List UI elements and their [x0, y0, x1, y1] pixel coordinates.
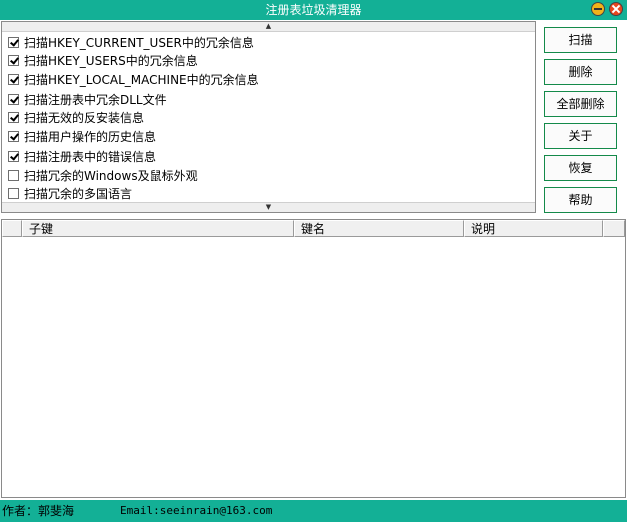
checkbox[interactable]: [8, 54, 19, 66]
minimize-icon[interactable]: [591, 2, 605, 16]
checkbox[interactable]: [8, 187, 19, 199]
option-label: 扫描注册表中冗余DLL文件: [24, 92, 167, 107]
option-windows-appearance[interactable]: 扫描冗余的Windows及鼠标外观: [8, 166, 198, 184]
option-label: 扫描HKEY_LOCAL_MACHINE中的冗余信息: [24, 72, 259, 87]
option-label: 扫描HKEY_CURRENT_USER中的冗余信息: [24, 35, 254, 50]
option-current-user[interactable]: 扫描HKEY_CURRENT_USER中的冗余信息: [8, 33, 254, 51]
option-label: 扫描用户操作的历史信息: [24, 129, 157, 144]
window-title: 注册表垃圾清理器: [265, 3, 362, 17]
option-dll[interactable]: 扫描注册表中冗余DLL文件: [8, 90, 167, 108]
option-errors[interactable]: 扫描注册表中的错误信息: [8, 147, 156, 165]
checkbox[interactable]: [8, 93, 19, 105]
option-users[interactable]: 扫描HKEY_USERS中的冗余信息: [8, 51, 198, 69]
help-button[interactable]: 帮助: [544, 187, 617, 213]
option-label: 扫描HKEY_USERS中的冗余信息: [24, 53, 198, 68]
checkbox[interactable]: [8, 130, 19, 142]
option-languages[interactable]: 扫描冗余的多国语言: [8, 184, 132, 202]
checkbox[interactable]: [8, 73, 19, 85]
status-bar: 作者：郭斐海 Email:seeinrain@163.com: [0, 500, 627, 522]
title-bar: 注册表垃圾清理器: [0, 0, 627, 20]
option-label: 扫描冗余的多国语言: [24, 186, 133, 201]
checkbox[interactable]: [8, 150, 19, 162]
checkbox[interactable]: [8, 169, 19, 181]
scan-options-list: ▲ 扫描HKEY_CURRENT_USER中的冗余信息 扫描HKEY_USERS…: [1, 21, 536, 213]
scroll-up-icon[interactable]: ▲: [2, 22, 535, 32]
scroll-down-icon[interactable]: ▼: [2, 202, 535, 212]
scan-button[interactable]: 扫描: [544, 27, 617, 53]
header-spacer-end: [603, 220, 625, 237]
close-icon[interactable]: [609, 2, 623, 16]
email-label: Email:seeinrain@163.com: [120, 504, 273, 517]
option-history[interactable]: 扫描用户操作的历史信息: [8, 127, 156, 145]
results-table[interactable]: 子键 键名 说明: [1, 219, 626, 498]
header-spacer: [2, 220, 22, 237]
delete-button[interactable]: 删除: [544, 59, 617, 85]
column-key-name[interactable]: 键名: [294, 220, 464, 237]
checkbox[interactable]: [8, 36, 19, 48]
column-subkey[interactable]: 子键: [22, 220, 294, 237]
option-label: 扫描冗余的Windows及鼠标外观: [24, 168, 198, 183]
option-label: 扫描注册表中的错误信息: [24, 149, 157, 164]
option-local-machine[interactable]: 扫描HKEY_LOCAL_MACHINE中的冗余信息: [8, 70, 259, 88]
column-description[interactable]: 说明: [464, 220, 603, 237]
author-label: 作者：郭斐海: [2, 504, 75, 518]
delete-all-button[interactable]: 全部删除: [544, 91, 617, 117]
table-header: 子键 键名 说明: [2, 220, 625, 237]
option-label: 扫描无效的反安装信息: [24, 110, 145, 125]
restore-button[interactable]: 恢复: [544, 155, 617, 181]
option-uninstall[interactable]: 扫描无效的反安装信息: [8, 108, 144, 126]
about-button[interactable]: 关于: [544, 123, 617, 149]
checkbox[interactable]: [8, 111, 19, 123]
